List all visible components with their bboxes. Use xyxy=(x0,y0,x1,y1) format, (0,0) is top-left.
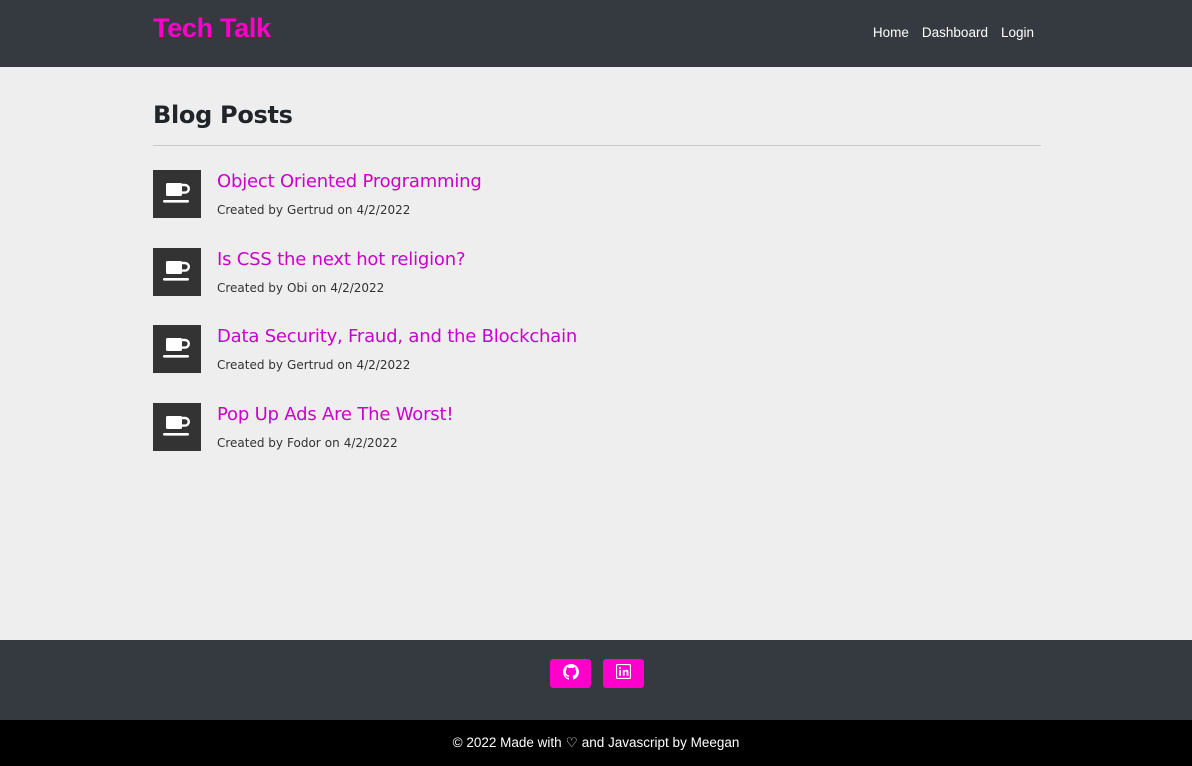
brand-logo-link[interactable]: Tech Talk xyxy=(153,13,271,44)
coffee-cup-icon xyxy=(153,248,201,296)
post-date-label: on xyxy=(337,203,353,217)
post-title-link[interactable]: Object Oriented Programming xyxy=(217,171,482,192)
post-created-label: Created by xyxy=(217,358,284,372)
post-author: Gertrud xyxy=(287,203,334,217)
coffee-cup-icon xyxy=(153,403,201,451)
post-date: 4/2/2022 xyxy=(356,203,411,217)
linkedin-button[interactable] xyxy=(603,659,644,688)
coffee-cup-icon xyxy=(153,325,201,373)
post-author: Fodor xyxy=(287,436,321,450)
post-meta: Created by Gertrud on 4/2/2022 xyxy=(217,358,410,372)
post-date: 4/2/2022 xyxy=(330,281,385,295)
footer-social-bar xyxy=(0,640,1192,720)
page: Tech Talk Home Dashboard Login Blog Post… xyxy=(0,0,1192,766)
heart-icon: ♡ xyxy=(565,735,578,750)
post-author: Obi xyxy=(287,281,308,295)
copyright-prefix: © 2022 Made with xyxy=(452,735,562,750)
page-title: Blog Posts xyxy=(153,101,293,129)
github-icon xyxy=(562,663,579,684)
linkedin-icon xyxy=(615,663,632,683)
post-title-link[interactable]: Data Security, Fraud, and the Blockchain xyxy=(217,326,577,347)
post-item: Is CSS the next hot religion? Created by… xyxy=(153,248,1041,296)
post-date-label: on xyxy=(337,358,353,372)
post-date: 4/2/2022 xyxy=(343,436,398,450)
post-item: Object Oriented Programming Created by G… xyxy=(153,170,1041,218)
post-date-label: on xyxy=(311,281,327,295)
navbar: Tech Talk Home Dashboard Login xyxy=(0,0,1192,67)
copyright-suffix: and Javascript by Meegan xyxy=(581,735,740,750)
post-created-label: Created by xyxy=(217,436,284,450)
heading-divider xyxy=(153,145,1041,146)
post-meta: Created by Gertrud on 4/2/2022 xyxy=(217,203,410,217)
post-created-label: Created by xyxy=(217,281,284,295)
nav-login-link[interactable]: Login xyxy=(1001,25,1034,40)
post-item: Data Security, Fraud, and the Blockchain… xyxy=(153,325,1041,373)
copyright-text: © 2022 Made with ♡ and Javascript by Mee… xyxy=(453,735,740,751)
post-item: Pop Up Ads Are The Worst! Created by Fod… xyxy=(153,403,1041,451)
main-nav: Home Dashboard Login xyxy=(873,25,1034,40)
post-date-label: on xyxy=(324,436,340,450)
post-created-label: Created by xyxy=(217,203,284,217)
github-button[interactable] xyxy=(550,659,591,688)
nav-dashboard-link[interactable]: Dashboard xyxy=(922,25,988,40)
post-title-link[interactable]: Pop Up Ads Are The Worst! xyxy=(217,404,454,425)
coffee-cup-icon xyxy=(153,170,201,218)
post-meta: Created by Obi on 4/2/2022 xyxy=(217,281,384,295)
nav-home-link[interactable]: Home xyxy=(873,25,909,40)
post-author: Gertrud xyxy=(287,358,334,372)
post-title-link[interactable]: Is CSS the next hot religion? xyxy=(217,249,465,270)
post-date: 4/2/2022 xyxy=(356,358,411,372)
post-meta: Created by Fodor on 4/2/2022 xyxy=(217,436,398,450)
footer-copyright-bar: © 2022 Made with ♡ and Javascript by Mee… xyxy=(0,720,1192,766)
